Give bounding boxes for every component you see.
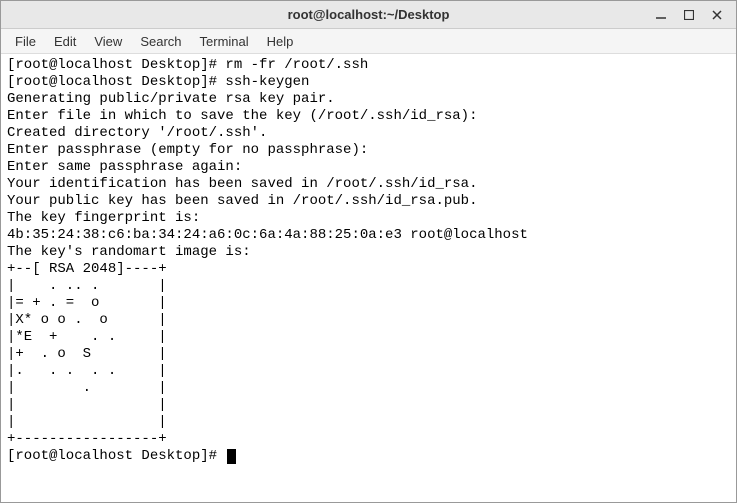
terminal-line: Your identification has been saved in /r… — [7, 176, 477, 192]
terminal-line: |= + . = o | — [7, 295, 167, 311]
menu-view[interactable]: View — [86, 31, 130, 52]
terminal-line: Enter same passphrase again: — [7, 159, 242, 175]
terminal-line: | | — [7, 397, 167, 413]
menu-search[interactable]: Search — [132, 31, 189, 52]
terminal-line: Created directory '/root/.ssh'. — [7, 125, 267, 141]
terminal-line: | . | — [7, 380, 167, 396]
menu-edit[interactable]: Edit — [46, 31, 84, 52]
terminal-line: Enter file in which to save the key (/ro… — [7, 108, 477, 124]
titlebar[interactable]: root@localhost:~/Desktop — [1, 1, 736, 29]
window-controls — [654, 8, 730, 22]
terminal-line: Generating public/private rsa key pair. — [7, 91, 335, 107]
terminal-line: +-----------------+ — [7, 431, 167, 447]
terminal-line: 4b:35:24:38:c6:ba:34:24:a6:0c:6a:4a:88:2… — [7, 227, 528, 243]
terminal-line: |X* o o . o | — [7, 312, 167, 328]
terminal-line: Your public key has been saved in /root/… — [7, 193, 477, 209]
terminal-line: The key fingerprint is: — [7, 210, 200, 226]
terminal-output[interactable]: [root@localhost Desktop]# rm -fr /root/.… — [1, 54, 736, 502]
terminal-line: | | — [7, 414, 167, 430]
terminal-line: | . .. . | — [7, 278, 167, 294]
menu-help[interactable]: Help — [259, 31, 302, 52]
terminal-line: |*E + . . | — [7, 329, 167, 345]
terminal-prompt: [root@localhost Desktop]# — [7, 448, 225, 464]
terminal-line: [root@localhost Desktop]# ssh-keygen — [7, 74, 309, 90]
cursor-icon — [227, 449, 236, 464]
minimize-button[interactable] — [654, 8, 668, 22]
maximize-button[interactable] — [682, 8, 696, 22]
terminal-line: The key's randomart image is: — [7, 244, 251, 260]
terminal-line: +--[ RSA 2048]----+ — [7, 261, 167, 277]
terminal-line: |. . . . . | — [7, 363, 167, 379]
window-title: root@localhost:~/Desktop — [288, 7, 450, 22]
menu-file[interactable]: File — [7, 31, 44, 52]
terminal-line: Enter passphrase (empty for no passphras… — [7, 142, 368, 158]
menubar: File Edit View Search Terminal Help — [1, 29, 736, 54]
terminal-line: |+ . o S | — [7, 346, 167, 362]
close-button[interactable] — [710, 8, 724, 22]
terminal-window: root@localhost:~/Desktop File Edit View … — [0, 0, 737, 503]
menu-terminal[interactable]: Terminal — [192, 31, 257, 52]
terminal-line: [root@localhost Desktop]# rm -fr /root/.… — [7, 57, 368, 73]
